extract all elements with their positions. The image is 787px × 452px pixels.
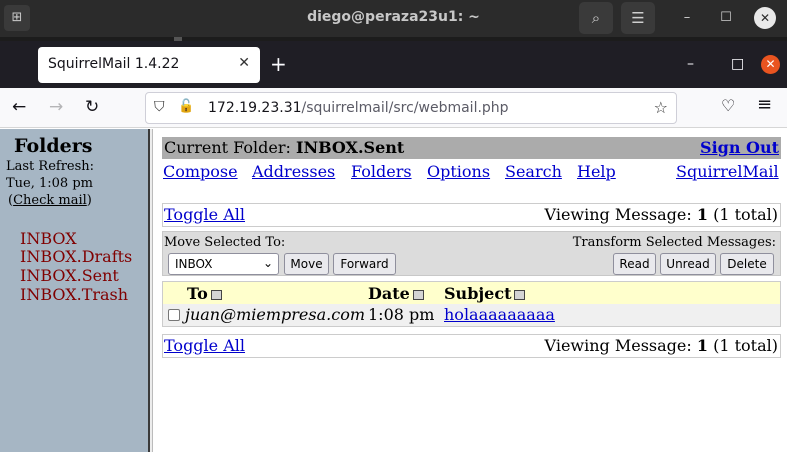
message-table: To Date Subject juan@miempresa.com 1:08 … [162, 281, 781, 327]
maximize-icon: ☐ [720, 10, 732, 25]
back-icon[interactable]: ← [12, 97, 26, 117]
message-subject-link[interactable]: holaaaaaaaaa [444, 305, 555, 324]
insecure-lock-icon[interactable]: 🔓 [178, 99, 194, 114]
url-path: /squirrelmail/src/webmail.php [301, 100, 509, 116]
current-folder-bar: Current Folder: INBOX.Sent Sign Out [162, 137, 781, 159]
toggle-all-link-bottom[interactable]: Toggle All [164, 336, 245, 355]
move-button[interactable]: Move [284, 253, 329, 275]
chevron-down-icon: ⌄ [262, 256, 273, 270]
move-select-value: INBOX [175, 257, 213, 271]
column-date-label: Date [368, 284, 410, 303]
move-folder-select[interactable]: INBOX ⌄ [168, 253, 279, 275]
message-list-frame: Current Folder: INBOX.Sent Sign Out Comp… [153, 129, 787, 452]
folder-sent[interactable]: INBOX.Sent [20, 266, 119, 285]
transform-label: Transform Selected Messages: [572, 235, 776, 250]
pocket-icon[interactable]: ♡ [721, 96, 735, 115]
forward-button[interactable]: Forward [333, 253, 396, 275]
navigation-bar: ← → ↻ ⛉ 🔓 172.19.23.31/squirrelmail/src/… [0, 88, 787, 128]
move-selected-label: Move Selected To: [164, 235, 286, 250]
column-to[interactable]: To [187, 284, 222, 303]
options-link[interactable]: Options [427, 162, 490, 181]
column-date[interactable]: Date [368, 284, 424, 303]
current-folder-label: Current Folder: [164, 138, 291, 157]
window-close-icon: ✕ [765, 57, 776, 71]
os-maximize-button[interactable]: ☐ [716, 8, 736, 28]
close-icon: ✕ [759, 11, 771, 25]
folders-title: Folders [14, 135, 93, 157]
os-close-button[interactable]: ✕ [754, 7, 776, 29]
sort-icon[interactable] [412, 289, 424, 300]
folders-link[interactable]: Folders [351, 162, 412, 181]
column-subject[interactable]: Subject [444, 284, 526, 303]
reload-icon[interactable]: ↻ [85, 97, 99, 117]
sort-icon[interactable] [514, 289, 526, 300]
addresses-link[interactable]: Addresses [252, 162, 335, 181]
viewing-message-bottom: Viewing Message: 1 (1 total) [545, 336, 778, 355]
column-subject-label: Subject [444, 284, 512, 303]
search-link[interactable]: Search [505, 162, 562, 181]
toggle-all-link-top[interactable]: Toggle All [164, 205, 245, 224]
shield-icon[interactable]: ⛉ [154, 99, 165, 115]
webmail-page: Folders Last Refresh: Tue, 1:08 pm (Chec… [0, 129, 787, 452]
help-link[interactable]: Help [577, 162, 616, 181]
window-title: diego@peraza23u1: ~ [307, 9, 480, 25]
url-host: 172.19.23.31 [208, 100, 302, 116]
viewing-message-top: Viewing Message: 1 (1 total) [545, 205, 778, 224]
minimize-icon: – [683, 10, 691, 25]
viewing-label: Viewing Message: [544, 205, 692, 224]
last-refresh-time: Tue, 1:08 pm [6, 176, 93, 191]
browser-tab-strip: SquirrelMail 1.4.22 ✕ + [0, 41, 787, 88]
message-table-header: To Date Subject [163, 282, 780, 304]
message-to: juan@miempresa.com [185, 305, 365, 324]
column-to-label: To [187, 284, 208, 303]
sort-icon[interactable] [210, 289, 222, 300]
window-close-button[interactable]: ✕ [761, 55, 780, 74]
delete-button[interactable]: Delete [720, 253, 774, 275]
window-minimize-icon[interactable]: – [687, 56, 694, 72]
unread-button[interactable]: Unread [660, 253, 716, 275]
check-mail-close-paren: ) [86, 193, 92, 208]
search-icon: ⌕ [591, 9, 601, 27]
message-actions-bar: Move Selected To: Transform Selected Mes… [162, 231, 781, 276]
os-title-bar: ⊞ diego@peraza23u1: ~ ⌕ ☰ – ☐ ✕ [0, 0, 787, 37]
viewing-label: Viewing Message: [544, 336, 692, 355]
viewing-number: 1 [696, 205, 708, 224]
url-text[interactable]: 172.19.23.31/squirrelmail/src/webmail.ph… [208, 100, 509, 116]
terminal-search-button[interactable]: ⌕ [579, 2, 613, 34]
forward-icon[interactable]: → [49, 97, 63, 117]
sign-out-link[interactable]: Sign Out [700, 138, 779, 157]
tab-squirrelmail[interactable]: SquirrelMail 1.4.22 ✕ [38, 47, 260, 83]
terminal-menu-button[interactable]: ☰ [621, 2, 655, 34]
current-folder-name: INBOX.Sent [295, 138, 405, 157]
new-tab-icon[interactable]: + [270, 53, 287, 75]
folders-frame: Folders Last Refresh: Tue, 1:08 pm (Chec… [0, 129, 148, 452]
os-minimize-button[interactable]: – [677, 8, 697, 28]
app-menu-icon[interactable]: ≡ [757, 94, 772, 115]
tab-close-icon[interactable]: ✕ [238, 55, 250, 71]
viewing-number: 1 [696, 336, 708, 355]
read-button[interactable]: Read [613, 253, 656, 275]
hamburger-menu-icon: ☰ [631, 9, 645, 27]
tab-title: SquirrelMail 1.4.22 [48, 56, 180, 72]
folder-inbox[interactable]: INBOX [20, 229, 77, 248]
message-date: 1:08 pm [368, 305, 435, 324]
top-toggle-row: Toggle All Viewing Message: 1 (1 total) [162, 203, 781, 227]
last-refresh-label: Last Refresh: [6, 159, 95, 174]
table-row: juan@miempresa.com 1:08 pm holaaaaaaaaa [163, 304, 780, 326]
bookmark-star-icon[interactable]: ☆ [654, 98, 668, 117]
bottom-toggle-row: Toggle All Viewing Message: 1 (1 total) [162, 334, 781, 358]
squirrelmail-link[interactable]: SquirrelMail [676, 162, 779, 181]
compose-link[interactable]: Compose [163, 162, 238, 181]
message-checkbox[interactable] [168, 309, 180, 321]
folder-drafts[interactable]: INBOX.Drafts [20, 247, 132, 266]
current-folder: Current Folder: INBOX.Sent [164, 138, 404, 157]
url-bar[interactable]: ⛉ 🔓 172.19.23.31/squirrelmail/src/webmai… [145, 92, 677, 124]
check-mail-link[interactable]: Check mail [13, 193, 87, 208]
window-maximize-icon[interactable]: □ [731, 56, 744, 72]
viewing-total: (1 total) [713, 205, 778, 224]
check-mail: (Check mail) [8, 193, 92, 208]
folder-trash[interactable]: INBOX.Trash [20, 285, 128, 304]
viewing-total: (1 total) [713, 336, 778, 355]
